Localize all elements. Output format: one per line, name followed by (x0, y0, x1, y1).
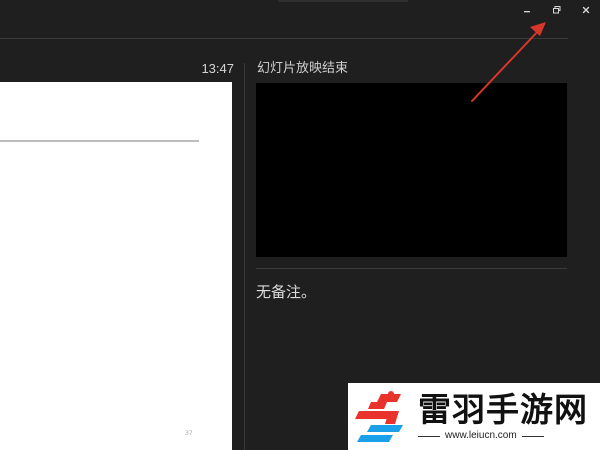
watermark-site-name: 雷羽手游网 (418, 390, 588, 429)
watermark-url: www.leiucn.com (445, 430, 517, 441)
watermark-url-row: www.leiucn.com (418, 430, 588, 442)
minimize-icon (524, 11, 530, 13)
notes-divider (256, 268, 567, 269)
watermark-logo (348, 383, 416, 450)
site-watermark: 雷羽手游网 www.leiucn.com (348, 383, 600, 450)
presenter-view-window: 13:47 37 幻灯片放映结束 无备注。 雷羽手游网 www.leiucn.c… (0, 0, 600, 450)
presentation-clock: 13:47 (201, 61, 234, 76)
watermark-logo-icon (355, 390, 403, 442)
next-slide-label: 幻灯片放映结束 (257, 61, 349, 76)
current-slide[interactable]: 37 (0, 82, 232, 450)
close-icon (582, 6, 590, 14)
close-button[interactable] (575, 2, 597, 18)
title-bar-strip (278, 0, 408, 2)
toolbar-divider (0, 38, 568, 39)
minimize-button[interactable] (516, 2, 538, 18)
annotation-arrowhead-icon (530, 22, 546, 36)
restore-icon (553, 6, 561, 14)
slide-number: 37 (185, 430, 193, 437)
title-bar (0, 0, 600, 20)
watermark-line-left (418, 435, 440, 437)
watermark-text: 雷羽手游网 www.leiucn.com (416, 391, 588, 442)
next-slide-preview[interactable] (256, 83, 567, 257)
pane-divider[interactable] (244, 63, 245, 450)
watermark-line-right (521, 435, 544, 437)
slide-horizontal-rule (0, 140, 199, 142)
restore-button[interactable] (546, 2, 568, 18)
speaker-notes: 无备注。 (256, 283, 317, 301)
